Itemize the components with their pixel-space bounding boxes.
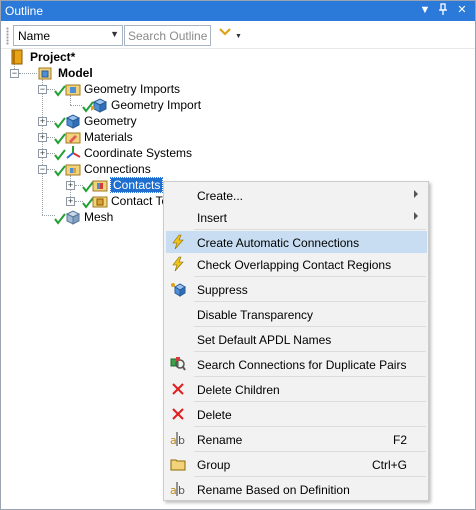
expand-toggle[interactable]: +	[38, 117, 47, 126]
expand-toggle[interactable]: +	[66, 181, 75, 190]
menu-separator	[194, 451, 426, 452]
geometry-import-icon	[91, 98, 107, 113]
suppress-icon	[171, 283, 186, 297]
tree-label: Geometry Import	[111, 98, 202, 112]
outline-toolbar: Name ▼ Search Outline ▼	[1, 21, 475, 49]
lightning-icon	[172, 234, 184, 250]
menu-item-group[interactable]: Group Ctrl+G	[166, 453, 427, 475]
project-book-icon	[11, 49, 23, 65]
tree-label: Connections	[84, 162, 151, 176]
dropdown-icon[interactable]: ▼	[418, 3, 432, 18]
menu-item-rename[interactable]: ab Rename F2	[166, 428, 427, 450]
geometry-icon	[65, 114, 81, 129]
submenu-arrow-icon	[414, 190, 418, 198]
tree-label: Geometry	[84, 114, 137, 128]
tree-label: Mesh	[84, 210, 114, 224]
folder-icon	[65, 84, 81, 96]
svg-text:a: a	[170, 484, 177, 497]
menu-separator	[194, 351, 426, 352]
expand-options-icon[interactable]	[218, 25, 232, 39]
menu-item-create-automatic-connections[interactable]: Create Automatic Connections	[166, 231, 427, 253]
delete-x-icon	[172, 383, 184, 395]
menu-separator	[194, 401, 426, 402]
tree-label: Geometry Imports	[84, 82, 181, 96]
tree-label: Contact To	[111, 194, 169, 208]
menu-separator	[194, 426, 426, 427]
close-icon[interactable]: ✕	[455, 3, 469, 18]
menu-item-delete[interactable]: Delete	[166, 403, 427, 425]
menu-separator	[194, 276, 426, 277]
window-title: Outline	[5, 4, 44, 18]
menu-item-disable-transparency[interactable]: Disable Transparency	[166, 303, 427, 325]
connections-folder-icon	[65, 164, 81, 176]
menu-item-delete-children[interactable]: Delete Children	[166, 378, 427, 400]
tree-label-selected: Contacts	[109, 177, 164, 193]
contact-tool-icon	[92, 196, 108, 208]
mesh-icon	[65, 210, 81, 225]
model-icon	[38, 67, 52, 80]
toolbar-more-icon[interactable]: ▼	[235, 33, 242, 40]
title-bar[interactable]: Outline ▼ ✕	[1, 1, 475, 21]
menu-separator	[194, 376, 426, 377]
menu-item-set-default-apdl[interactable]: Set Default APDL Names	[166, 328, 427, 350]
tree-label: Materials	[84, 130, 133, 144]
expand-toggle[interactable]: +	[38, 133, 47, 142]
menu-item-insert[interactable]: Insert	[166, 206, 427, 228]
contacts-folder-icon	[92, 180, 108, 192]
filter-type-select[interactable]: Name ▼	[13, 25, 123, 46]
tree-label: Coordinate Systems	[84, 146, 193, 160]
lightning-icon	[172, 256, 184, 272]
filter-type-value: Name	[18, 29, 51, 43]
rename-definition-icon: ab	[170, 482, 185, 497]
tree-label: Project*	[30, 50, 76, 64]
menu-item-search-duplicate-pairs[interactable]: Search Connections for Duplicate Pairs	[166, 353, 427, 375]
menu-separator	[194, 301, 426, 302]
menu-item-suppress[interactable]: Suppress	[166, 278, 427, 300]
context-menu: Create... Insert Create Automatic Connec…	[163, 181, 429, 501]
menu-separator	[194, 326, 426, 327]
menu-separator	[194, 229, 426, 230]
expand-toggle[interactable]: +	[38, 149, 47, 158]
menu-item-create[interactable]: Create...	[166, 184, 427, 206]
coordinate-system-icon	[66, 146, 81, 159]
toolbar-grip[interactable]	[6, 27, 9, 45]
menu-item-rename-based-on-definition[interactable]: ab Rename Based on Definition	[166, 478, 427, 500]
chevron-down-icon: ▼	[110, 29, 119, 39]
tree-line	[42, 79, 43, 215]
shortcut-label: Ctrl+G	[371, 458, 407, 472]
materials-icon	[65, 132, 81, 144]
tree-label: Model	[58, 66, 93, 80]
menu-separator	[194, 476, 426, 477]
collapse-toggle[interactable]: −	[38, 165, 47, 174]
rename-icon: ab	[170, 432, 185, 447]
outline-panel: Outline ▼ ✕ Name ▼ Search Outline ▼ Proj…	[0, 0, 476, 510]
search-input[interactable]: Search Outline	[124, 25, 211, 46]
shortcut-label: F2	[392, 433, 407, 447]
svg-text:a: a	[170, 434, 177, 447]
search-duplicates-icon	[170, 357, 186, 371]
collapse-toggle[interactable]: −	[10, 69, 19, 78]
tree-line	[70, 105, 82, 106]
svg-text:b: b	[178, 484, 185, 497]
menu-item-check-overlapping[interactable]: Check Overlapping Contact Regions	[166, 253, 427, 275]
submenu-arrow-icon	[414, 212, 418, 220]
tree-line	[19, 73, 37, 74]
collapse-toggle[interactable]: −	[38, 85, 47, 94]
delete-x-icon	[172, 408, 184, 420]
group-folder-icon	[170, 459, 186, 471]
svg-text:b: b	[178, 434, 185, 447]
expand-toggle[interactable]: +	[66, 197, 75, 206]
pin-icon[interactable]	[436, 3, 450, 18]
